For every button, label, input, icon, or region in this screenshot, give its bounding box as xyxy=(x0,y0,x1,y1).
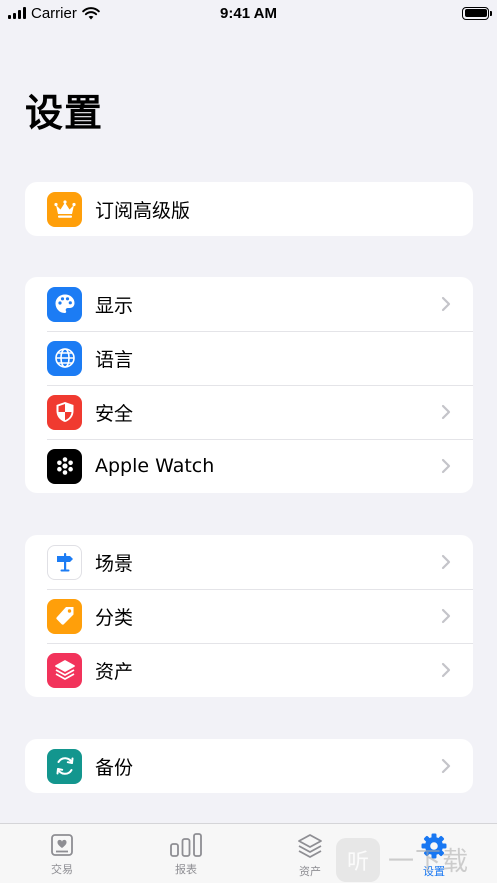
tab-label: 交易 xyxy=(51,863,73,876)
row-label: Apple Watch xyxy=(95,455,215,477)
tab-transactions[interactable]: 交易 xyxy=(27,832,97,877)
backup-group: 备份 xyxy=(25,739,473,793)
data-group: 场景 分类 资产 xyxy=(25,535,473,697)
premium-group: 订阅高级版 xyxy=(25,182,473,236)
row-language[interactable]: 语言 xyxy=(25,331,473,385)
row-backup[interactable]: 备份 xyxy=(25,739,473,793)
row-label: 订阅高级版 xyxy=(95,199,191,222)
chart-icon xyxy=(170,833,202,857)
status-bar: Carrier 9:41 AM xyxy=(0,0,497,26)
shield-icon xyxy=(47,394,82,430)
chevron-right-icon xyxy=(441,296,451,312)
row-label: 显示 xyxy=(95,294,134,317)
row-label: 分类 xyxy=(95,606,134,629)
status-left: Carrier xyxy=(8,5,100,22)
chevron-right-icon xyxy=(441,608,451,624)
chevron-right-icon xyxy=(441,662,451,678)
watermark-badge: 听 xyxy=(336,837,380,882)
row-subscribe-premium[interactable]: 订阅高级版 xyxy=(25,182,473,236)
transactions-icon xyxy=(51,834,73,856)
general-group: 显示 语言 安全 Apple Watch xyxy=(25,277,473,493)
chevron-right-icon xyxy=(441,758,451,774)
sync-icon xyxy=(47,748,82,784)
assets-icon xyxy=(298,834,322,858)
apple-watch-icon xyxy=(47,448,82,484)
row-scenes[interactable]: 场景 xyxy=(25,535,473,589)
row-label: 安全 xyxy=(95,402,134,425)
row-assets[interactable]: 资产 xyxy=(25,643,473,697)
row-security[interactable]: 安全 xyxy=(25,385,473,439)
watermark: 听 一下载 xyxy=(336,836,497,883)
layers-icon xyxy=(47,652,82,688)
wifi-icon xyxy=(82,6,100,19)
row-display[interactable]: 显示 xyxy=(25,277,473,331)
row-label: 资产 xyxy=(95,660,134,683)
page-title: 设置 xyxy=(25,91,104,135)
carrier-name: Carrier xyxy=(31,4,77,22)
row-categories[interactable]: 分类 xyxy=(25,589,473,643)
tab-label: 报表 xyxy=(175,863,197,876)
tab-label: 资产 xyxy=(299,865,321,878)
tag-icon xyxy=(47,598,82,634)
row-label: 场景 xyxy=(95,552,134,575)
tab-reports[interactable]: 报表 xyxy=(151,832,221,877)
row-label: 语言 xyxy=(95,348,134,371)
signpost-icon xyxy=(47,544,82,580)
battery-icon xyxy=(462,6,492,20)
cell-signal-icon xyxy=(8,7,26,19)
row-apple-watch[interactable]: Apple Watch xyxy=(25,439,473,493)
crown-icon xyxy=(47,191,82,227)
chevron-right-icon xyxy=(441,554,451,570)
globe-icon xyxy=(47,340,82,376)
chevron-right-icon xyxy=(441,458,451,474)
tab-assets[interactable]: 资产 xyxy=(275,832,345,879)
watermark-text: 一下载 xyxy=(388,847,470,877)
chevron-right-icon xyxy=(441,404,451,420)
palette-icon xyxy=(47,286,82,322)
row-label: 备份 xyxy=(95,756,134,779)
